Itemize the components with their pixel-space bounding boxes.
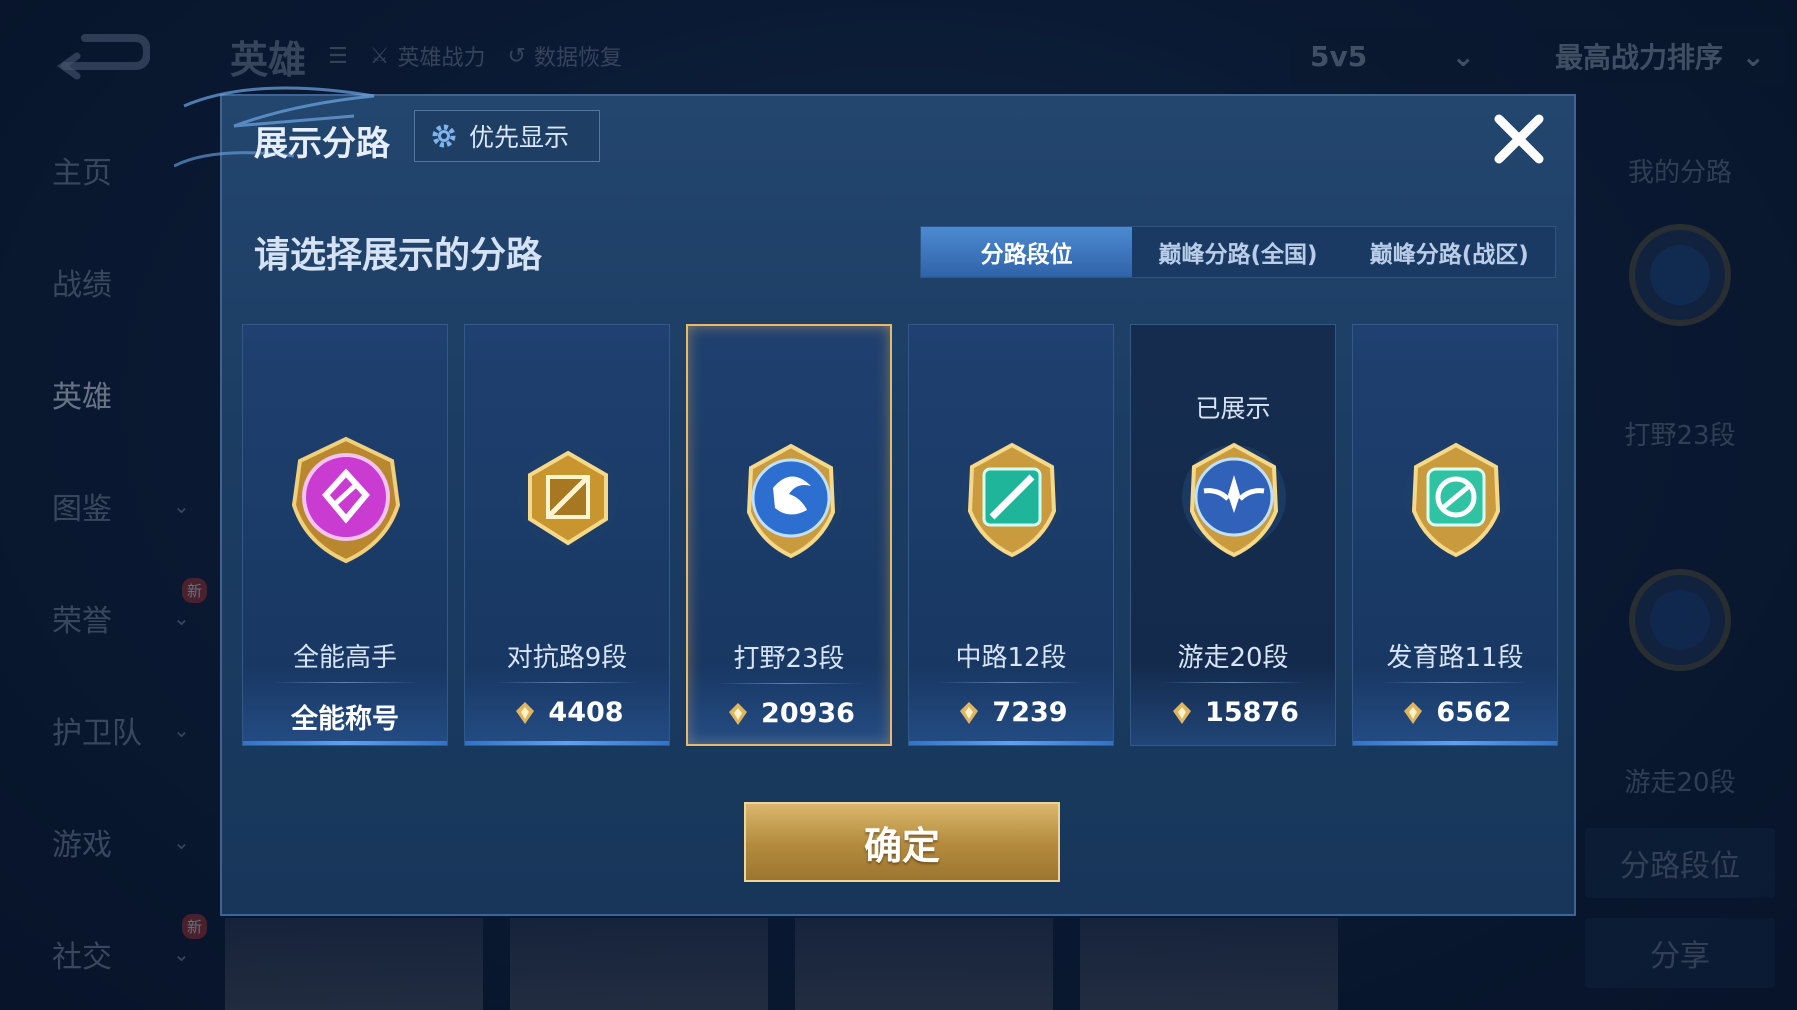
- lane-card-jungle[interactable]: 打野23段 20936: [686, 324, 892, 746]
- lane-value: 20936: [688, 698, 890, 729]
- card-underline: [243, 741, 447, 745]
- close-icon: [1494, 114, 1544, 164]
- jungle-emblem-icon: [739, 443, 843, 559]
- power-icon: [1404, 701, 1423, 724]
- mid-lane-emblem-icon: [960, 442, 1064, 558]
- tab-peak-national[interactable]: 巅峰分路(全国): [1132, 227, 1343, 277]
- divider: [937, 682, 1085, 683]
- lane-value: 7239: [909, 697, 1113, 728]
- farm-lane-emblem-icon: [1404, 442, 1508, 558]
- close-button[interactable]: [1490, 110, 1548, 168]
- card-underline: [1353, 741, 1557, 745]
- lane-name: 对抗路9段: [506, 643, 628, 673]
- lane-card-clash[interactable]: 对抗路9段 4408: [464, 324, 670, 746]
- divider: [1381, 682, 1529, 683]
- lane-name: 全能高手: [292, 643, 397, 673]
- power-icon: [516, 701, 535, 724]
- lane-value: 6562: [1353, 697, 1557, 728]
- divider: [1159, 682, 1307, 683]
- already-shown-label: 已展示: [1195, 394, 1271, 423]
- tab-peak-region[interactable]: 巅峰分路(战区): [1344, 227, 1555, 277]
- power-icon: [960, 701, 979, 724]
- lane-name: 游走20段: [1177, 643, 1289, 673]
- lane-name: 中路12段: [955, 643, 1067, 673]
- lane-name: 打野23段: [733, 644, 845, 674]
- priority-display-button[interactable]: 优先显示: [414, 110, 600, 162]
- lane-card-mid[interactable]: 中路12段 7239: [908, 324, 1114, 746]
- confirm-button[interactable]: 确定: [744, 802, 1060, 882]
- lane-value: 全能称号: [291, 704, 399, 735]
- lane-cards: 全能高手 全能称号 对抗路9段 4408 打野23段 20936 中路12段 7…: [242, 324, 1558, 746]
- card-underline: [465, 741, 669, 745]
- clash-lane-emblem-icon: [518, 447, 618, 547]
- gear-icon: [432, 124, 456, 148]
- tab-lane-rank[interactable]: 分路段位: [921, 227, 1133, 277]
- power-icon: [729, 702, 748, 725]
- lane-tabs: 分路段位 巅峰分路(全国) 巅峰分路(战区): [920, 226, 1556, 278]
- lane-card-roam[interactable]: 已展示 游走20段 15876: [1130, 324, 1336, 746]
- lane-card-allround[interactable]: 全能高手 全能称号: [242, 324, 448, 746]
- lane-value: 4408: [465, 697, 669, 728]
- divider: [493, 682, 641, 683]
- divider: [271, 682, 419, 683]
- roam-emblem-icon: [1182, 442, 1286, 558]
- divider: [716, 683, 862, 684]
- allround-emblem-icon: [291, 436, 401, 564]
- card-underline: [909, 741, 1113, 745]
- lane-card-farm[interactable]: 发育路11段 6562: [1352, 324, 1558, 746]
- lane-value: 15876: [1131, 697, 1335, 728]
- dialog-subtitle: 请选择展示的分路: [254, 235, 543, 276]
- lane-display-dialog: 展示分路 优先显示 请选择展示的分路 分路段位 巅峰分路(全国) 巅峰分路(战区…: [174, 86, 1576, 916]
- dialog-title: 展示分路: [254, 124, 390, 164]
- power-icon: [1173, 701, 1192, 724]
- lane-name: 发育路11段: [1386, 643, 1524, 673]
